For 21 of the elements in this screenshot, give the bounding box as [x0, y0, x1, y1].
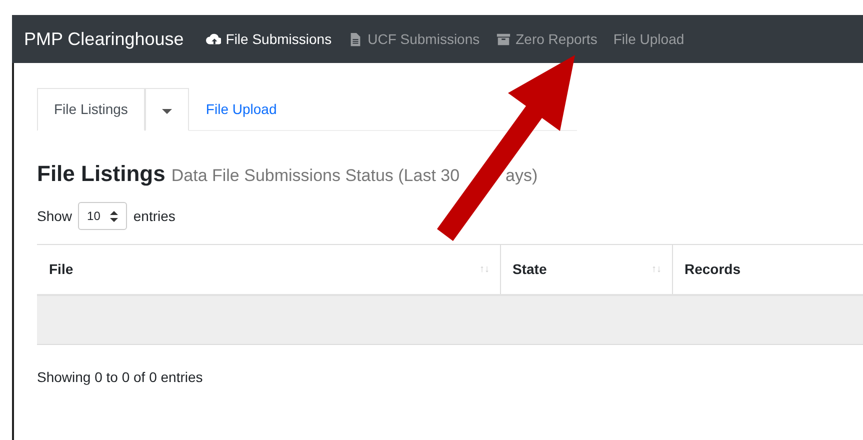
archive-box-icon [496, 32, 511, 46]
tab[interactable]: File Listings [37, 88, 145, 131]
nav-link[interactable]: Zero Reports [496, 28, 598, 50]
page-subtitle-end: ays) [506, 165, 538, 187]
table-info: Showing 0 to 0 of 0 entries [37, 368, 204, 387]
cloud-upload-icon [206, 32, 221, 46]
page-heading: File Listings [37, 160, 166, 188]
entries-label: entries [133, 206, 176, 226]
brand-title: PMP Clearinghouse [24, 28, 184, 51]
caret-icon [162, 109, 172, 114]
tab[interactable]: File Upload [188, 88, 294, 131]
nav-link[interactable]: File Upload [613, 28, 684, 50]
page-subtitle: Data File Submissions Status (Last 30 [171, 165, 460, 187]
nav-link[interactable]: File Submissions [206, 28, 332, 50]
sort-icon: ↑↓ [480, 262, 490, 277]
nav-link[interactable]: UCF Submissions [348, 28, 480, 50]
sort-icon: ↑↓ [652, 262, 662, 277]
sort-caret-icon [110, 210, 118, 222]
entries-select[interactable]: 10 [78, 202, 128, 230]
show-label: Show [37, 206, 72, 226]
dropdown-toggle-tab[interactable] [144, 88, 189, 131]
